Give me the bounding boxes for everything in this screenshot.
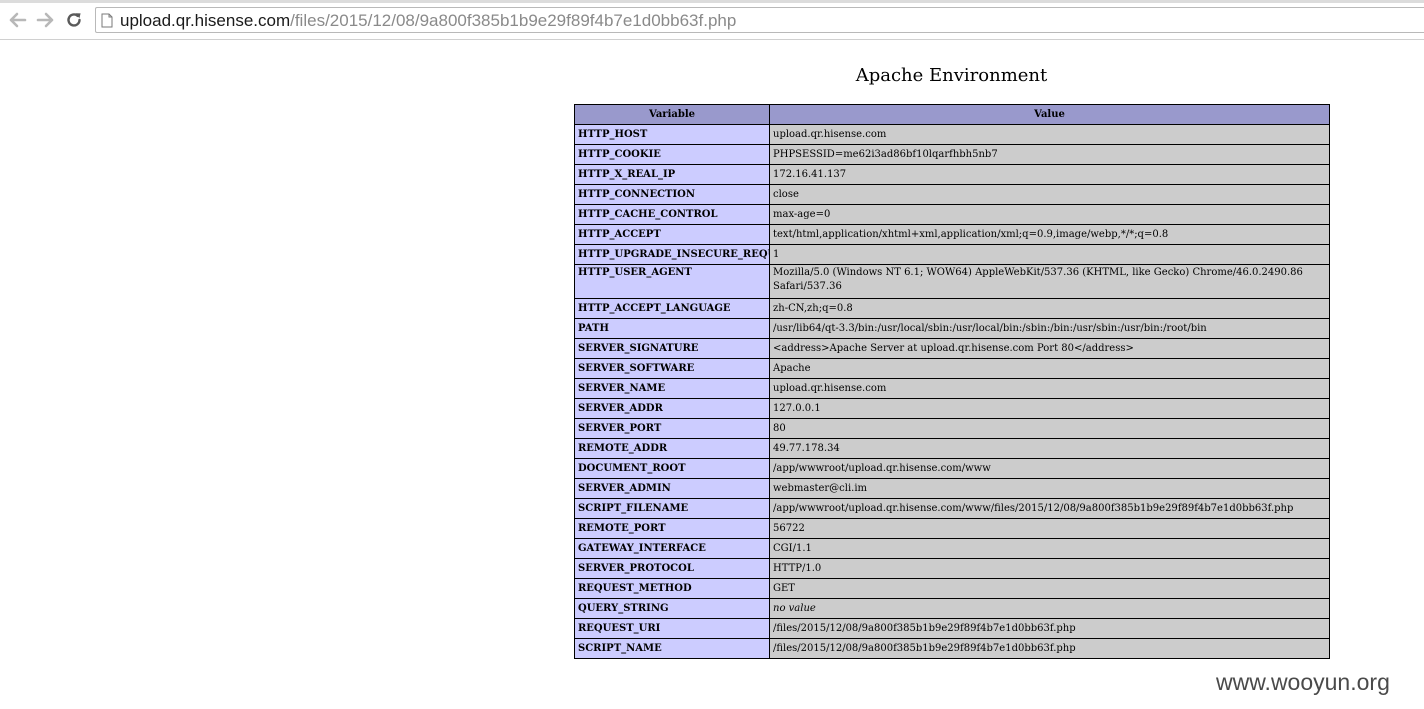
table-row: HTTP_COOKIE PHPSESSID=me62i3ad86bf10lqar… bbox=[574, 144, 1330, 165]
page-icon bbox=[101, 13, 113, 28]
variable-value: Mozilla/5.0 (Windows NT 6.1; WOW64) Appl… bbox=[769, 264, 1330, 299]
table-row: SERVER_NAME upload.qr.hisense.com bbox=[574, 378, 1330, 399]
toolbar-divider bbox=[0, 39, 1424, 40]
back-arrow-icon bbox=[9, 12, 27, 28]
table-row: SCRIPT_FILENAME /app/wwwroot/upload.qr.h… bbox=[574, 498, 1330, 519]
variable-value: no value bbox=[769, 598, 1330, 619]
variable-value: GET bbox=[769, 578, 1330, 599]
variable-name: HTTP_CACHE_CONTROL bbox=[574, 204, 770, 225]
variable-value: /usr/lib64/qt-3.3/bin:/usr/local/sbin:/u… bbox=[769, 318, 1330, 339]
table-row: HTTP_ACCEPT text/html,application/xhtml+… bbox=[574, 224, 1330, 245]
variable-value: <address>Apache Server at upload.qr.hise… bbox=[769, 338, 1330, 359]
apache-environment-table: Variable Value HTTP_HOST upload.qr.hisen… bbox=[574, 104, 1330, 659]
variable-name: SERVER_ADDR bbox=[574, 398, 770, 419]
variable-value: PHPSESSID=me62i3ad86bf10lqarfhbh5nb7 bbox=[769, 144, 1330, 165]
table-header-row: Variable Value bbox=[574, 104, 1330, 125]
variable-name: SERVER_NAME bbox=[574, 378, 770, 399]
variable-name: QUERY_STRING bbox=[574, 598, 770, 619]
table-row: SERVER_PORT 80 bbox=[574, 418, 1330, 439]
variable-value: /app/wwwroot/upload.qr.hisense.com/www bbox=[769, 458, 1330, 479]
variable-name: HTTP_UPGRADE_INSECURE_REQUESTS bbox=[574, 244, 770, 265]
table-row: REQUEST_METHOD GET bbox=[574, 578, 1330, 599]
variable-name: HTTP_X_REAL_IP bbox=[574, 164, 770, 185]
reload-icon bbox=[67, 13, 81, 27]
variable-value: max-age=0 bbox=[769, 204, 1330, 225]
forward-button[interactable] bbox=[35, 10, 55, 30]
watermark: www.wooyun.org bbox=[1216, 669, 1390, 695]
url-text: upload.qr.hisense.com/files/2015/12/08/9… bbox=[120, 10, 736, 32]
variable-name: PATH bbox=[574, 318, 770, 339]
reload-button[interactable] bbox=[64, 10, 84, 30]
table-row: PATH /usr/lib64/qt-3.3/bin:/usr/local/sb… bbox=[574, 318, 1330, 339]
table-row: SERVER_PROTOCOL HTTP/1.0 bbox=[574, 558, 1330, 579]
variable-name: HTTP_ACCEPT_LANGUAGE bbox=[574, 298, 770, 319]
variable-name: DOCUMENT_ROOT bbox=[574, 458, 770, 479]
variable-value: webmaster@cli.im bbox=[769, 478, 1330, 499]
forward-arrow-icon bbox=[36, 12, 54, 28]
table-row: SERVER_ADMIN webmaster@cli.im bbox=[574, 478, 1330, 499]
table-row: HTTP_X_REAL_IP 172.16.41.137 bbox=[574, 164, 1330, 185]
table-row: DOCUMENT_ROOT /app/wwwroot/upload.qr.his… bbox=[574, 458, 1330, 479]
variable-name: SCRIPT_FILENAME bbox=[574, 498, 770, 519]
table-row: REMOTE_ADDR 49.77.178.34 bbox=[574, 438, 1330, 459]
table-row: HTTP_HOST upload.qr.hisense.com bbox=[574, 124, 1330, 145]
variable-name: SERVER_PROTOCOL bbox=[574, 558, 770, 579]
page-title: Apache Environment bbox=[855, 65, 1048, 86]
table-row: SERVER_ADDR 127.0.0.1 bbox=[574, 398, 1330, 419]
variable-value: close bbox=[769, 184, 1330, 205]
table-row: HTTP_CACHE_CONTROL max-age=0 bbox=[574, 204, 1330, 225]
variable-name: HTTP_HOST bbox=[574, 124, 770, 145]
back-button[interactable] bbox=[8, 10, 28, 30]
variable-value: Apache bbox=[769, 358, 1330, 379]
page: upload.qr.hisense.com/files/2015/12/08/9… bbox=[0, 0, 1424, 709]
variable-value: CGI/1.1 bbox=[769, 538, 1330, 559]
table-row: HTTP_USER_AGENT Mozilla/5.0 (Windows NT … bbox=[574, 264, 1330, 299]
variable-value: 80 bbox=[769, 418, 1330, 439]
url-path: /files/2015/12/08/9a800f385b1b9e29f89f4b… bbox=[290, 11, 737, 30]
variable-name: REMOTE_ADDR bbox=[574, 438, 770, 459]
url-host: upload.qr.hisense.com bbox=[120, 11, 291, 30]
variable-value: upload.qr.hisense.com bbox=[769, 124, 1330, 145]
variable-value: /files/2015/12/08/9a800f385b1b9e29f89f4b… bbox=[769, 638, 1330, 659]
variable-name: HTTP_COOKIE bbox=[574, 144, 770, 165]
variable-name: HTTP_ACCEPT bbox=[574, 224, 770, 245]
variable-value: 127.0.0.1 bbox=[769, 398, 1330, 419]
variable-name: REMOTE_PORT bbox=[574, 518, 770, 539]
variable-value: HTTP/1.0 bbox=[769, 558, 1330, 579]
table-row: REQUEST_URI /files/2015/12/08/9a800f385b… bbox=[574, 618, 1330, 639]
variable-name: REQUEST_URI bbox=[574, 618, 770, 639]
variable-value: /app/wwwroot/upload.qr.hisense.com/www/f… bbox=[769, 498, 1330, 519]
column-header-variable: Variable bbox=[574, 104, 770, 125]
variable-value: zh-CN,zh;q=0.8 bbox=[769, 298, 1330, 319]
variable-value: 172.16.41.137 bbox=[769, 164, 1330, 185]
variable-value: 56722 bbox=[769, 518, 1330, 539]
address-bar[interactable]: upload.qr.hisense.com/files/2015/12/08/9… bbox=[95, 7, 1424, 33]
table-row: HTTP_ACCEPT_LANGUAGE zh-CN,zh;q=0.8 bbox=[574, 298, 1330, 319]
variable-name: HTTP_USER_AGENT bbox=[574, 264, 770, 299]
tab-strip-edge bbox=[0, 0, 1424, 3]
variable-name: SERVER_ADMIN bbox=[574, 478, 770, 499]
table-row: HTTP_CONNECTION close bbox=[574, 184, 1330, 205]
variable-value: /files/2015/12/08/9a800f385b1b9e29f89f4b… bbox=[769, 618, 1330, 639]
variable-value: text/html,application/xhtml+xml,applicat… bbox=[769, 224, 1330, 245]
table-row: SERVER_SOFTWARE Apache bbox=[574, 358, 1330, 379]
variable-name: SERVER_SOFTWARE bbox=[574, 358, 770, 379]
table-row: SERVER_SIGNATURE <address>Apache Server … bbox=[574, 338, 1330, 359]
variable-name: SCRIPT_NAME bbox=[574, 638, 770, 659]
column-header-value: Value bbox=[769, 104, 1330, 125]
variable-value: 1 bbox=[769, 244, 1330, 265]
variable-name: HTTP_CONNECTION bbox=[574, 184, 770, 205]
variable-name: REQUEST_METHOD bbox=[574, 578, 770, 599]
variable-value: upload.qr.hisense.com bbox=[769, 378, 1330, 399]
table-row: HTTP_UPGRADE_INSECURE_REQUESTS 1 bbox=[574, 244, 1330, 265]
variable-name: GATEWAY_INTERFACE bbox=[574, 538, 770, 559]
variable-name: SERVER_SIGNATURE bbox=[574, 338, 770, 359]
table-row: SCRIPT_NAME /files/2015/12/08/9a800f385b… bbox=[574, 638, 1330, 659]
variable-name: SERVER_PORT bbox=[574, 418, 770, 439]
variable-value: 49.77.178.34 bbox=[769, 438, 1330, 459]
table-row: GATEWAY_INTERFACE CGI/1.1 bbox=[574, 538, 1330, 559]
table-row: QUERY_STRING no value bbox=[574, 598, 1330, 619]
table-row: REMOTE_PORT 56722 bbox=[574, 518, 1330, 539]
browser-toolbar: upload.qr.hisense.com/files/2015/12/08/9… bbox=[0, 0, 1424, 40]
